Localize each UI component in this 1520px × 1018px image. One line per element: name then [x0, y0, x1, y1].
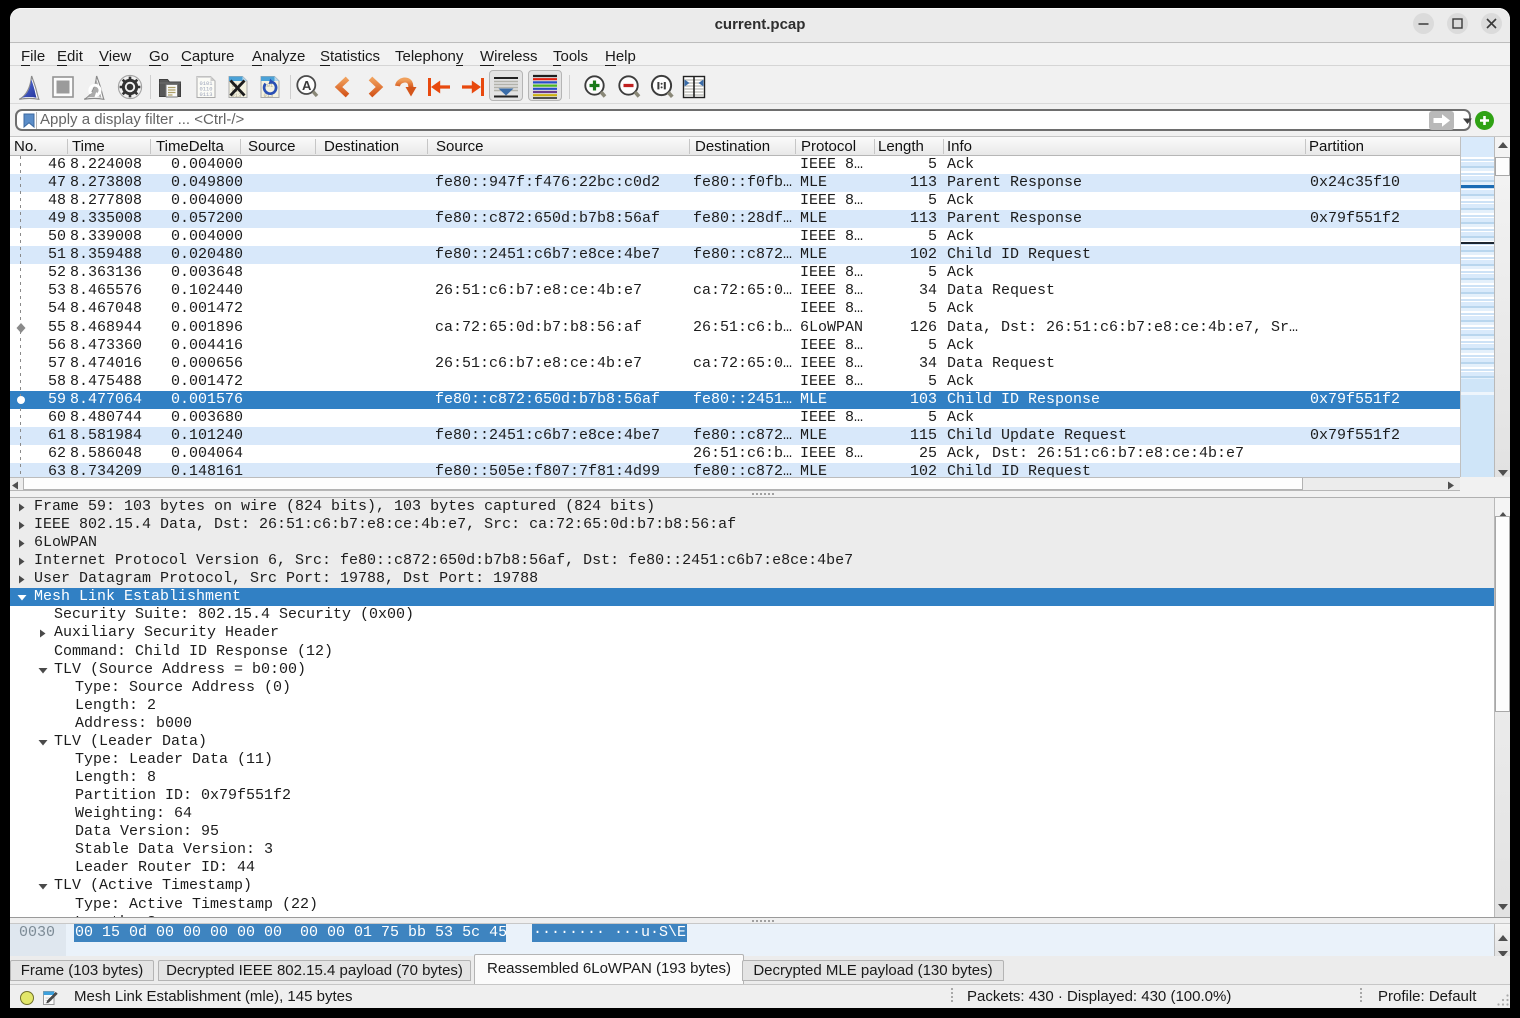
svg-text:0113: 0113: [200, 92, 213, 98]
svg-text:A: A: [302, 78, 312, 93]
